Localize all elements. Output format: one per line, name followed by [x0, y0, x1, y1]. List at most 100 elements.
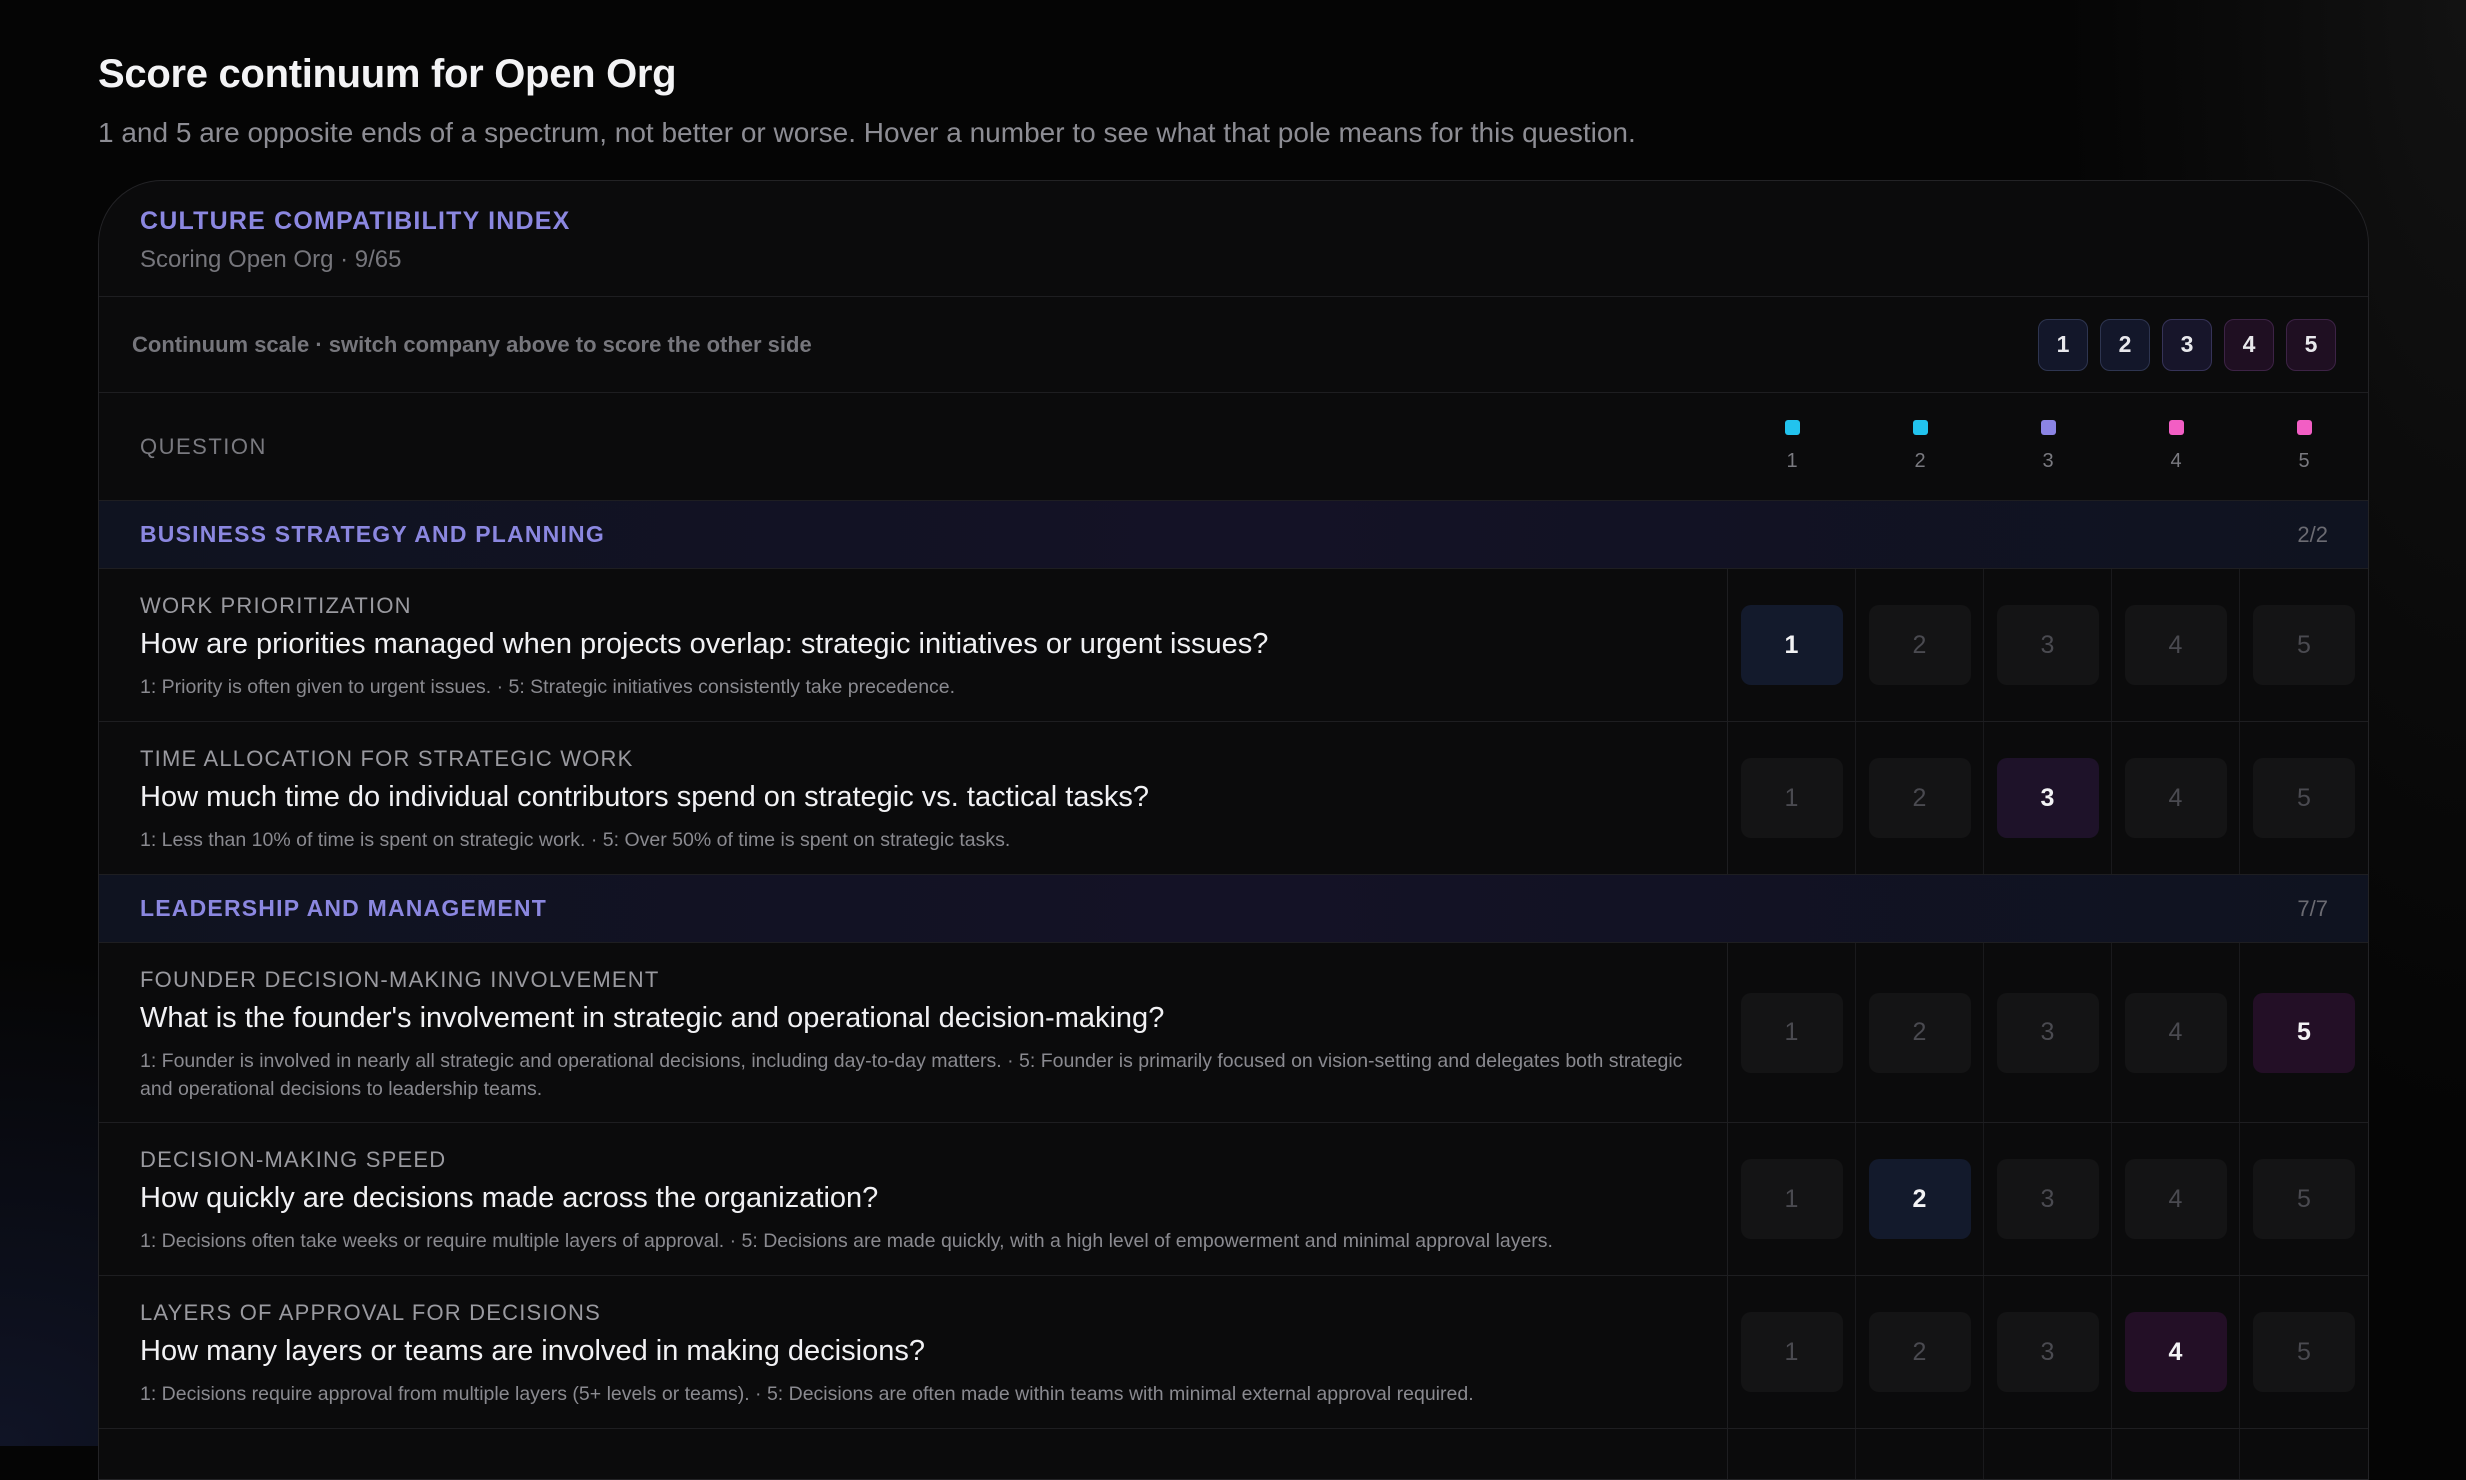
score-option-1[interactable]: 1: [1740, 605, 1843, 685]
score-option-cell: [1856, 1429, 1984, 1479]
legend-dot-icon: [2040, 420, 2056, 435]
score-option-3[interactable]: 3: [1996, 992, 2099, 1073]
scale-toolbar: Continuum scale · switch company above t…: [99, 297, 2368, 393]
question-row: LAYERS OF APPROVAL FOR DECISIONS How man…: [99, 1276, 2368, 1429]
score-option-cell: 3: [1984, 943, 2112, 1122]
score-option-2[interactable]: 2: [1868, 992, 1971, 1073]
score-option-5[interactable]: 5: [2253, 1159, 2355, 1239]
score-option-1[interactable]: 1: [1740, 758, 1843, 838]
legend-number: 1: [1786, 450, 1798, 472]
legend-item: 1: [1728, 420, 1856, 473]
question-title: How are priorities managed when projects…: [140, 628, 1269, 660]
question-text-cell: WORK PRIORITIZATION How are priorities m…: [99, 569, 1728, 721]
culture-index-card: CULTURE COMPATIBILITY INDEX Scoring Open…: [98, 180, 2369, 1480]
legend-dot-icon: [1912, 420, 1928, 435]
score-option-cell: 3: [1984, 722, 2112, 874]
score-option-5[interactable]: 5: [2253, 758, 2355, 838]
score-option-cell: 1: [1728, 1276, 1856, 1428]
score-option-1[interactable]: 1: [1740, 1159, 1843, 1239]
question-description: 1: Decisions require approval from multi…: [140, 1383, 1474, 1405]
question-title: What is the founder's involvement in str…: [140, 1002, 1165, 1034]
page-subtitle: 1 and 5 are opposite ends of a spectrum,…: [98, 117, 1636, 148]
card-header: CULTURE COMPATIBILITY INDEX Scoring Open…: [99, 181, 2368, 297]
score-option-cell: 3: [1984, 1123, 2112, 1275]
score-option-4[interactable]: 4: [2124, 605, 2227, 685]
section-leadership: LEADERSHIP AND MANAGEMENT 7/7: [99, 875, 2368, 943]
scale-chip-2[interactable]: 2: [2100, 318, 2150, 371]
score-option-2[interactable]: 2: [1868, 758, 1971, 838]
legend-number: 5: [2298, 450, 2310, 472]
score-option-cell: 2: [1856, 722, 1984, 874]
score-option-cell: 1: [1728, 1123, 1856, 1275]
question-text-cell: LAYERS OF APPROVAL FOR DECISIONS How man…: [99, 1276, 1728, 1428]
question-description: 1: Less than 10% of time is spent on str…: [140, 829, 1011, 851]
score-option-cell: [2112, 1429, 2240, 1479]
score-option-cell: 4: [2112, 722, 2240, 874]
score-options: 12345: [1728, 943, 2368, 1122]
legend-item: 4: [2112, 420, 2240, 473]
score-option-2[interactable]: 2: [1868, 605, 1971, 685]
score-option-4[interactable]: 4: [2124, 1312, 2227, 1392]
score-option-4[interactable]: 4: [2124, 992, 2227, 1073]
score-option-2[interactable]: 2: [1868, 1312, 1971, 1392]
score-option-cell: 2: [1856, 1123, 1984, 1275]
score-option-cell: 3: [1984, 569, 2112, 721]
score-option-3[interactable]: 3: [1996, 1312, 2099, 1392]
score-option-cell: 4: [2112, 569, 2240, 721]
score-option-3[interactable]: 3: [1996, 605, 2099, 685]
card-eyebrow: CULTURE COMPATIBILITY INDEX: [140, 207, 571, 235]
scale-chip-4[interactable]: 4: [2224, 318, 2274, 371]
section-count: 2/2: [2297, 521, 2328, 547]
scale-chip-3[interactable]: 3: [2162, 318, 2212, 371]
score-option-1[interactable]: 1: [1740, 1312, 1843, 1392]
score-options: 12345: [1728, 569, 2368, 721]
question-label: TIME ALLOCATION FOR STRATEGIC WORK: [140, 746, 634, 771]
score-option-cell: [2240, 1429, 2368, 1479]
legend-dot-icon: [2296, 420, 2312, 435]
legend-item: 3: [1984, 420, 2112, 473]
toolbar-label: Continuum scale · switch company above t…: [132, 331, 812, 357]
question-label: LAYERS OF APPROVAL FOR DECISIONS: [140, 1300, 601, 1325]
question-description: 1: Founder is involved in nearly all str…: [140, 1050, 1683, 1100]
question-description: 1: Decisions often take weeks or require…: [140, 1230, 1553, 1252]
score-option-5[interactable]: 5: [2253, 605, 2355, 685]
score-option-cell: 1: [1728, 722, 1856, 874]
score-option-1[interactable]: 1: [1740, 992, 1843, 1073]
page-header: Score continuum for Open Org 1 and 5 are…: [98, 52, 2368, 149]
section-count: 7/7: [2297, 895, 2328, 921]
question-text-cell: FOUNDER DECISION-MAKING INVOLVEMENT What…: [99, 943, 1728, 1122]
question-row-partial: [99, 1429, 2368, 1479]
section-title: BUSINESS STRATEGY AND PLANNING: [140, 521, 605, 547]
question-text-cell: [99, 1429, 1728, 1479]
score-option-5[interactable]: 5: [2253, 1312, 2355, 1392]
score-option-4[interactable]: 4: [2124, 1159, 2227, 1239]
score-option-cell: [1984, 1429, 2112, 1479]
section-business-strategy: BUSINESS STRATEGY AND PLANNING 2/2: [99, 501, 2368, 569]
score-option-cell: 2: [1856, 943, 1984, 1122]
score-option-4[interactable]: 4: [2124, 758, 2227, 838]
legend-item: 5: [2240, 420, 2368, 473]
score-option-3[interactable]: 3: [1996, 1159, 2099, 1239]
score-option-cell: 4: [2112, 1276, 2240, 1428]
question-title: How many layers or teams are involved in…: [140, 1335, 925, 1367]
question-row: TIME ALLOCATION FOR STRATEGIC WORK How m…: [99, 722, 2368, 875]
score-option-cell: 5: [2240, 1123, 2368, 1275]
question-text-cell: DECISION-MAKING SPEED How quickly are de…: [99, 1123, 1728, 1275]
legend-number: 2: [1914, 450, 1926, 472]
score-option-cell: 1: [1728, 569, 1856, 721]
score-option-cell: 5: [2240, 943, 2368, 1122]
question-title: How much time do individual contributors…: [140, 781, 1150, 813]
score-option-cell: [1728, 1429, 1856, 1479]
section-title: LEADERSHIP AND MANAGEMENT: [140, 895, 547, 921]
scale-chip-1[interactable]: 1: [2038, 318, 2088, 371]
card-subtitle: Scoring Open Org · 9/65: [140, 246, 402, 273]
score-option-3[interactable]: 3: [1996, 758, 2099, 838]
question-description: 1: Priority is often given to urgent iss…: [140, 676, 956, 698]
question-row: FOUNDER DECISION-MAKING INVOLVEMENT What…: [99, 943, 2368, 1123]
score-option-5[interactable]: 5: [2253, 992, 2355, 1073]
score-option-cell: 2: [1856, 569, 1984, 721]
score-option-2[interactable]: 2: [1868, 1159, 1971, 1239]
scale-chip-5[interactable]: 5: [2286, 318, 2336, 371]
score-option-cell: 5: [2240, 1276, 2368, 1428]
legend-number: 3: [2042, 450, 2054, 472]
